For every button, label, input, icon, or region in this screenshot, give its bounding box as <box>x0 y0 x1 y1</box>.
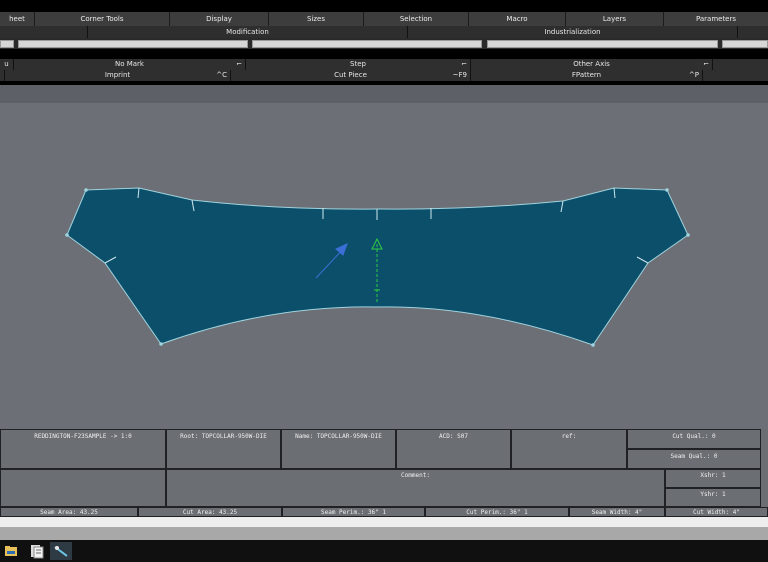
tool-cut-piece-label: Cut Piece <box>334 71 367 79</box>
blank-cell <box>0 469 166 507</box>
tool-fpattern-label: FPattern <box>571 71 602 79</box>
tool-no-mark-label: No Mark <box>114 60 144 68</box>
field-4[interactable] <box>487 40 718 48</box>
tool-step-label: Step <box>350 60 366 68</box>
model-name: REDDINGTON-F23SAMPLE -> 1:0 <box>0 429 166 469</box>
group-header-row: Modification Industrialization <box>0 26 768 38</box>
bottom-panel <box>0 527 768 540</box>
taskbar <box>0 540 768 562</box>
root-field: Root: TOPCOLLAR-950W-DIE <box>166 429 281 469</box>
corner-marker: ⌐ <box>703 60 709 68</box>
cut-width: Cut Width: 4" <box>665 507 768 517</box>
menu-bar: heet Corner Tools Display Sizes Selectio… <box>0 12 768 26</box>
group-blank <box>0 26 88 38</box>
separator <box>0 49 768 58</box>
piece-info-panel: REDDINGTON-F23SAMPLE -> 1:0 Root: TOPCOL… <box>0 429 768 507</box>
file-explorer-icon[interactable] <box>0 542 22 560</box>
menu-parameters[interactable]: Parameters <box>664 12 768 26</box>
seam-width: Seam Width: 4" <box>569 507 665 517</box>
title-strip <box>0 0 768 12</box>
y-shrink: Yshr: 1 <box>665 488 761 507</box>
corner-marker: ⌐ <box>236 60 242 68</box>
shortcut: ^P <box>688 71 699 79</box>
seam-area: Seam Area: 43.25 <box>0 507 138 517</box>
cut-perimeter: Cut Perim.: 36" 1 <box>425 507 569 517</box>
documents-icon[interactable] <box>25 542 47 560</box>
menu-corner-tools[interactable]: Corner Tools <box>35 12 170 26</box>
x-shrink: Xshr: 1 <box>665 469 761 488</box>
cut-quality: Cut Qual.: 0 <box>627 429 761 449</box>
field-5[interactable] <box>722 40 768 48</box>
message-line[interactable] <box>0 517 768 527</box>
pattern-app-icon[interactable] <box>50 542 72 560</box>
acd-field: ACD: S07 <box>396 429 511 469</box>
tool-fpattern[interactable]: FPattern ^P <box>471 70 703 81</box>
tool-other-axis-label: Other Axis <box>573 60 610 68</box>
tool-u[interactable]: u <box>0 59 14 70</box>
corner-point[interactable] <box>665 188 669 192</box>
tool-blank[interactable] <box>713 59 768 70</box>
comment-field[interactable]: Comment: <box>166 469 665 507</box>
ref-field: ref: <box>511 429 627 469</box>
corner-marker: ⌐ <box>461 60 467 68</box>
shortcut: ^C <box>216 71 227 79</box>
menu-display[interactable]: Display <box>170 12 269 26</box>
tool-imprint[interactable]: Imprint ^C <box>5 70 231 81</box>
field-row <box>0 38 768 49</box>
group-modification[interactable]: Modification <box>88 26 408 38</box>
tool-row-2: Imprint ^C Cut Piece ~F9 FPattern ^P <box>0 70 768 81</box>
shortcut: ~F9 <box>452 71 467 79</box>
corner-point[interactable] <box>159 342 163 346</box>
field-2[interactable] <box>18 40 248 48</box>
tool-row-1: u No Mark ⌐ Step ⌐ Other Axis ⌐ <box>0 59 768 70</box>
corner-point[interactable] <box>686 233 690 237</box>
tool-step[interactable]: Step ⌐ <box>246 59 471 70</box>
menu-sheet[interactable]: heet <box>0 12 35 26</box>
menu-macro[interactable]: Macro <box>469 12 566 26</box>
field-3[interactable] <box>252 40 482 48</box>
group-blank-right <box>738 26 768 38</box>
field-1[interactable] <box>0 40 14 48</box>
name-field: Name: TOPCOLLAR-950W-DIE <box>281 429 396 469</box>
tool-imprint-label: Imprint <box>104 71 131 79</box>
pattern-workspace[interactable] <box>0 85 768 429</box>
workspace-top-band <box>0 85 768 103</box>
cut-area: Cut Area: 43.25 <box>138 507 282 517</box>
corner-point[interactable] <box>65 233 69 237</box>
tool-cut-piece[interactable]: Cut Piece ~F9 <box>231 70 471 81</box>
seam-quality: Seam Qual.: 0 <box>627 449 761 469</box>
measurement-bar: Seam Area: 43.25 Cut Area: 43.25 Seam Pe… <box>0 507 768 517</box>
tool-no-mark[interactable]: No Mark ⌐ <box>14 59 246 70</box>
group-industrialization[interactable]: Industrialization <box>408 26 738 38</box>
tool-other-axis[interactable]: Other Axis ⌐ <box>471 59 713 70</box>
seam-perimeter: Seam Perim.: 36" 1 <box>282 507 425 517</box>
pattern-canvas[interactable] <box>0 85 768 429</box>
menu-selection[interactable]: Selection <box>364 12 469 26</box>
corner-point[interactable] <box>84 188 88 192</box>
tool-blank-2[interactable] <box>703 70 768 81</box>
corner-point[interactable] <box>591 343 595 347</box>
menu-sizes[interactable]: Sizes <box>269 12 364 26</box>
menu-layers[interactable]: Layers <box>566 12 664 26</box>
